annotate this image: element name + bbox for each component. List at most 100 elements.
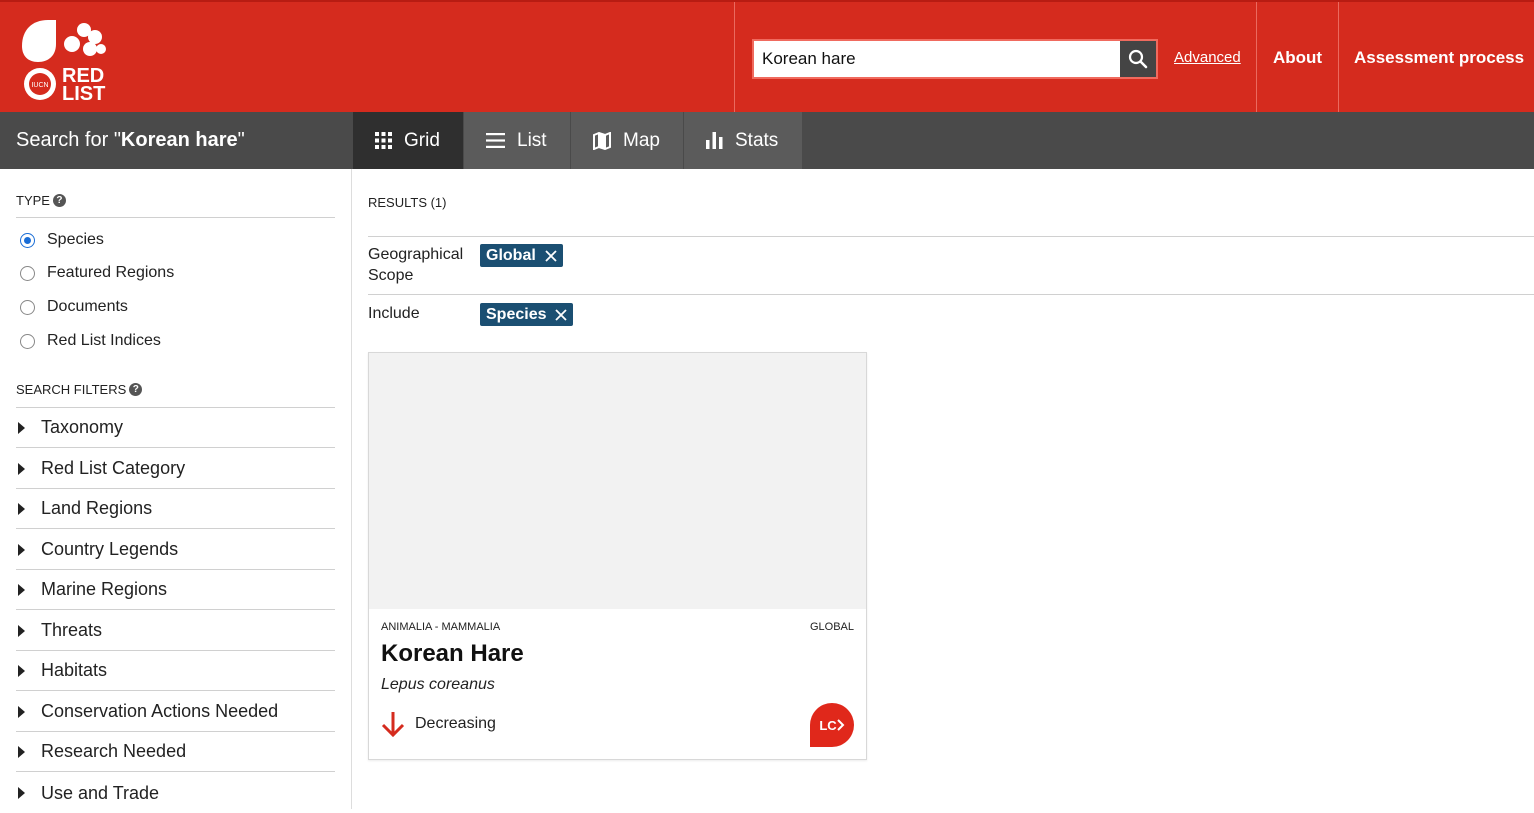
chevron-right-icon: [836, 719, 845, 731]
type-option-label: Red List Indices: [47, 332, 161, 349]
filter-country-legends[interactable]: Country Legends: [16, 530, 335, 570]
advanced-search-link[interactable]: Advanced: [1174, 49, 1241, 66]
caret-right-icon: [18, 462, 25, 475]
active-filter-chip-global[interactable]: Global: [480, 244, 563, 267]
close-icon[interactable]: [545, 249, 557, 262]
chip-label: Global: [486, 246, 536, 264]
species-image-placeholder: [369, 353, 866, 609]
type-option-featured-regions[interactable]: Featured Regions: [20, 264, 174, 282]
filter-label: Research Needed: [41, 741, 187, 761]
filter-taxonomy[interactable]: Taxonomy: [16, 408, 335, 448]
tab-grid-label: Grid: [404, 129, 440, 151]
list-icon: [486, 133, 505, 148]
filter-habitats[interactable]: Habitats: [16, 651, 335, 691]
tab-list[interactable]: List: [464, 112, 570, 169]
filter-threats[interactable]: Threats: [16, 611, 335, 651]
caret-right-icon: [18, 705, 25, 718]
site-header: IUCN RED LIST Advanced About Assessment …: [0, 0, 1534, 114]
filter-label: Taxonomy: [41, 417, 124, 437]
map-icon: [593, 131, 611, 150]
filter-label: Country Legends: [41, 539, 179, 559]
type-section-label: TYPE ?: [16, 193, 66, 208]
close-icon[interactable]: [555, 308, 568, 321]
search-title: Search for "Korean hare": [16, 129, 245, 151]
filter-research-needed[interactable]: Research Needed: [16, 732, 335, 772]
type-option-label: Featured Regions: [47, 264, 175, 281]
svg-text:IUCN: IUCN: [31, 82, 48, 89]
radio[interactable]: [20, 333, 35, 349]
facet-label-include: Include: [368, 305, 420, 322]
species-result-card[interactable]: ANIMALIA - MAMMALIA GLOBAL Korean Hare L…: [368, 352, 867, 760]
results-count: RESULTS (1): [368, 195, 447, 210]
search-icon: [1128, 49, 1148, 69]
header-divider: [1256, 2, 1257, 114]
filter-label: Use and Trade: [41, 782, 160, 803]
tab-list-label: List: [517, 129, 547, 151]
type-option-documents[interactable]: Documents: [20, 298, 128, 316]
tab-map-label: Map: [623, 129, 660, 151]
tab-stats[interactable]: Stats: [684, 112, 802, 169]
type-option-red-list-indices[interactable]: Red List Indices: [20, 332, 161, 350]
red-list-logo[interactable]: IUCN RED LIST: [18, 16, 114, 102]
type-option-label: Documents: [47, 298, 128, 315]
nav-assessment-process-link[interactable]: Assessment process: [1354, 48, 1524, 68]
nav-about-link[interactable]: About: [1273, 48, 1322, 68]
caret-right-icon: [18, 787, 25, 799]
search-button[interactable]: [1120, 41, 1156, 77]
divider: [16, 217, 335, 218]
species-scientific-name: Lepus coreanus: [381, 676, 495, 693]
red-list-category-badge[interactable]: LC: [810, 703, 854, 747]
search-input[interactable]: [754, 41, 1120, 77]
filter-label: Habitats: [41, 660, 108, 680]
caret-right-icon: [18, 583, 25, 596]
type-label: TYPE: [16, 193, 50, 208]
results-toolbar: Search for "Korean hare" Grid List Map S…: [0, 112, 1534, 169]
search-bar: [752, 39, 1158, 79]
species-common-name[interactable]: Korean Hare: [381, 640, 524, 668]
active-filter-chip-species[interactable]: Species: [480, 303, 574, 326]
filters-label: SEARCH FILTERS: [16, 382, 127, 397]
filter-label: Conservation Actions Needed: [41, 701, 279, 721]
filter-sidebar: TYPE ? Species Featured Regions Document…: [0, 169, 352, 809]
caret-right-icon: [18, 745, 25, 758]
filter-label: Marine Regions: [41, 579, 168, 599]
search-filters-label: SEARCH FILTERS ?: [16, 382, 143, 397]
trend-label: Decreasing: [415, 715, 496, 732]
caret-right-icon: [18, 543, 25, 556]
population-trend: Decreasing: [381, 711, 496, 737]
tab-map[interactable]: Map: [571, 112, 683, 169]
assessment-scope: GLOBAL: [809, 621, 854, 633]
filter-conservation-actions-needed[interactable]: Conservation Actions Needed: [16, 692, 335, 732]
grid-icon: [375, 132, 392, 149]
header-divider: [1338, 2, 1339, 114]
facet-label-geographical-scope: Geographical Scope: [368, 246, 464, 284]
tab-stats-label: Stats: [735, 129, 779, 151]
tab-grid[interactable]: Grid: [353, 112, 463, 169]
filter-marine-regions[interactable]: Marine Regions: [16, 570, 335, 610]
filter-red-list-category[interactable]: Red List Category: [16, 449, 335, 489]
radio[interactable]: [20, 299, 35, 315]
help-icon[interactable]: ?: [129, 383, 143, 396]
help-icon[interactable]: ?: [52, 194, 66, 207]
divider: [368, 294, 1534, 295]
filter-label: Threats: [41, 620, 103, 640]
caret-right-icon: [18, 624, 25, 637]
filter-label: Red List Category: [41, 458, 186, 478]
bar-chart-icon: [706, 132, 723, 149]
taxon-path: ANIMALIA - MAMMALIA: [381, 621, 501, 633]
filter-use-and-trade[interactable]: Use and Trade: [16, 773, 335, 813]
type-option-species[interactable]: Species: [20, 231, 104, 249]
radio[interactable]: [20, 265, 35, 281]
header-divider: [734, 2, 735, 114]
caret-right-icon: [18, 502, 25, 515]
filter-label: Land Regions: [41, 498, 153, 518]
svg-text:LIST: LIST: [62, 83, 105, 102]
radio-selected[interactable]: [20, 232, 35, 248]
type-option-label: Species: [47, 231, 104, 248]
divider: [368, 236, 1534, 237]
caret-right-icon: [18, 664, 25, 677]
arrow-down-icon: [381, 712, 405, 737]
caret-right-icon: [18, 421, 25, 434]
filter-land-regions[interactable]: Land Regions: [16, 489, 335, 529]
category-code: LC: [819, 717, 837, 733]
